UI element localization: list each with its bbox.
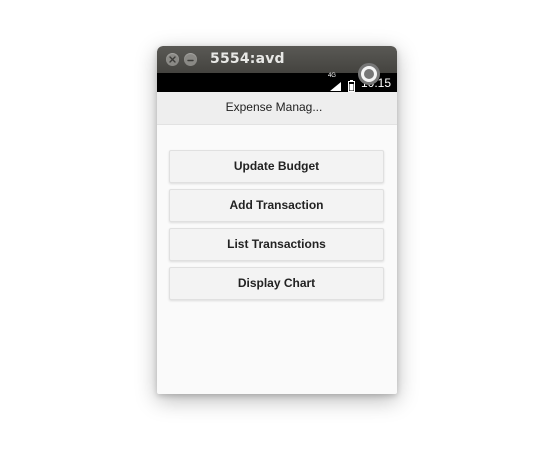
app-action-bar: Expense Manag... [157,92,397,125]
app-title: Expense Manag... [225,100,323,114]
update-budget-button[interactable]: Update Budget [169,150,384,183]
list-transactions-button[interactable]: List Transactions [169,228,384,261]
emulator-window: 5554:avd 4G 10:15 Expense Manag... Updat… [157,46,397,394]
display-chart-button[interactable]: Display Chart [169,267,384,300]
add-transaction-button[interactable]: Add Transaction [169,189,384,222]
main-content: Update Budget Add Transaction List Trans… [157,125,397,394]
signal-icon: 4G [328,73,342,91]
window-minimize-icon[interactable] [184,53,197,66]
window-title: 5554:avd [210,51,285,67]
record-button-icon[interactable] [358,63,380,85]
network-type-label: 4G [327,73,336,79]
record-dot-icon [364,69,374,79]
window-close-icon[interactable] [166,53,179,66]
battery-icon [347,77,355,92]
